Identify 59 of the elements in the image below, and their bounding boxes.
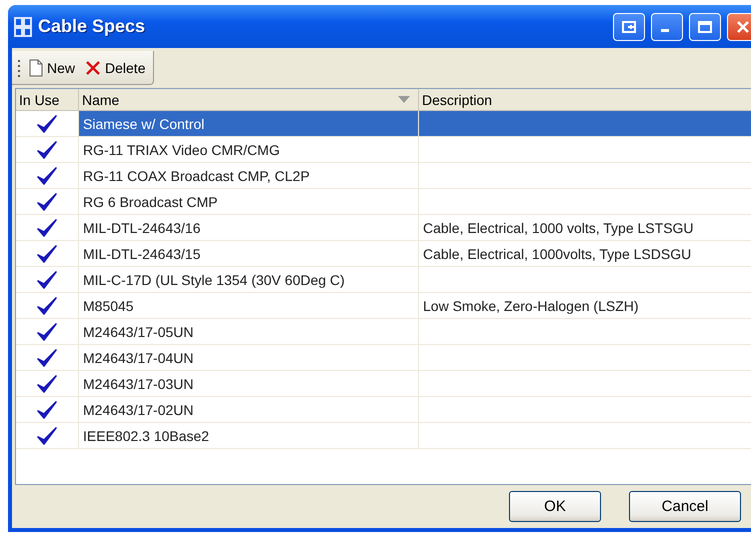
document-icon xyxy=(29,58,43,76)
checkbox-cell[interactable] xyxy=(16,189,79,215)
restore-window-button[interactable] xyxy=(613,12,645,40)
table-cell: RG-11 COAX Broadcast CMP, CL2P xyxy=(79,163,419,189)
table-row[interactable]: IEEE802.3 10Base2 xyxy=(16,423,751,449)
table-row[interactable]: M24643/17-02UN xyxy=(16,397,751,423)
table-row[interactable]: M24643/17-04UN xyxy=(16,345,751,371)
table-cell: Cable, Electrical, 1000 volts, Type LSTSGU xyxy=(419,215,751,241)
checkbox-cell[interactable] xyxy=(16,163,79,189)
checkbox-cell[interactable] xyxy=(16,137,79,163)
restore-icon xyxy=(622,20,636,32)
window-title: Cable Specs xyxy=(38,16,146,37)
ok-button[interactable]: OK xyxy=(509,491,601,522)
table-row[interactable]: M85045 Low Smoke, Zero-Halogen (LSZH) xyxy=(16,293,751,319)
checkbox-cell[interactable] xyxy=(16,345,79,371)
table-cell: M24643/17-05UN xyxy=(79,319,419,345)
maximize-button[interactable] xyxy=(689,12,721,40)
close-icon xyxy=(736,20,750,34)
table-row[interactable]: M24643/17-05UN xyxy=(16,319,751,345)
table-cell: MIL-DTL-24643/15 xyxy=(79,241,419,267)
table-cell: MIL-DTL-24643/16 xyxy=(79,215,419,241)
table-cell: Cable, Electrical, 1000volts, Type LSDSGU xyxy=(419,241,751,267)
table-cell: M24643/17-02UN xyxy=(79,397,419,423)
table-row[interactable]: M24643/17-03UN xyxy=(16,371,751,397)
cancel-button[interactable]: Cancel xyxy=(629,491,741,522)
table-cell: Low Smoke, Zero-Halogen (LSZH) xyxy=(419,293,751,319)
table-cell: Siamese w/ Control xyxy=(79,111,419,137)
new-button[interactable]: New xyxy=(27,56,78,78)
checkbox-cell[interactable] xyxy=(16,293,79,319)
table-cell: M24643/17-03UN xyxy=(79,371,419,397)
checkbox-cell[interactable] xyxy=(16,319,79,345)
table-cell: M24643/17-04UN xyxy=(79,345,419,371)
checkbox-cell[interactable] xyxy=(16,215,79,241)
column-header[interactable]: In Use xyxy=(16,89,79,111)
checkbox-cell[interactable] xyxy=(16,423,79,449)
table-cell: RG-11 TRIAX Video CMR/CMG xyxy=(79,137,419,163)
delete-button[interactable]: Delete xyxy=(83,58,148,78)
grip-icon[interactable] xyxy=(18,58,21,76)
table-cell: RG 6 Broadcast CMP xyxy=(79,189,419,215)
maximize-icon xyxy=(698,20,712,32)
checkbox-cell[interactable] xyxy=(16,397,79,423)
checkbox-cell[interactable] xyxy=(16,241,79,267)
cross-icon xyxy=(85,60,102,76)
minimize-icon xyxy=(660,29,668,32)
checkbox-cell[interactable] xyxy=(16,267,79,293)
table-row[interactable]: MIL-C-17D (UL Style 1354 (30V 60Deg C) xyxy=(16,267,751,293)
table-cell: MIL-C-17D (UL Style 1354 (30V 60Deg C) xyxy=(79,267,419,293)
table-cell: IEEE802.3 10Base2 xyxy=(79,423,419,449)
table-cell: M85045 xyxy=(79,293,419,319)
table-row[interactable]: Siamese w/ Control xyxy=(16,111,751,137)
table-row[interactable]: MIL-DTL-24643/16 Cable, Electrical, 1000 volts, Type LSTSGU xyxy=(16,215,751,241)
table-row[interactable]: MIL-DTL-24643/15 Cable, Electrical, 1000volts, Type LSDSGU xyxy=(16,241,751,267)
app-icon xyxy=(14,16,32,36)
table-row[interactable]: RG 6 Broadcast CMP xyxy=(16,189,751,215)
minimize-button[interactable] xyxy=(651,12,683,40)
close-button[interactable] xyxy=(727,12,751,40)
table-row[interactable]: RG-11 TRIAX Video CMR/CMG xyxy=(16,137,751,163)
table-row[interactable]: RG-11 COAX Broadcast CMP, CL2P xyxy=(16,163,751,189)
checkbox-cell[interactable] xyxy=(16,371,79,397)
